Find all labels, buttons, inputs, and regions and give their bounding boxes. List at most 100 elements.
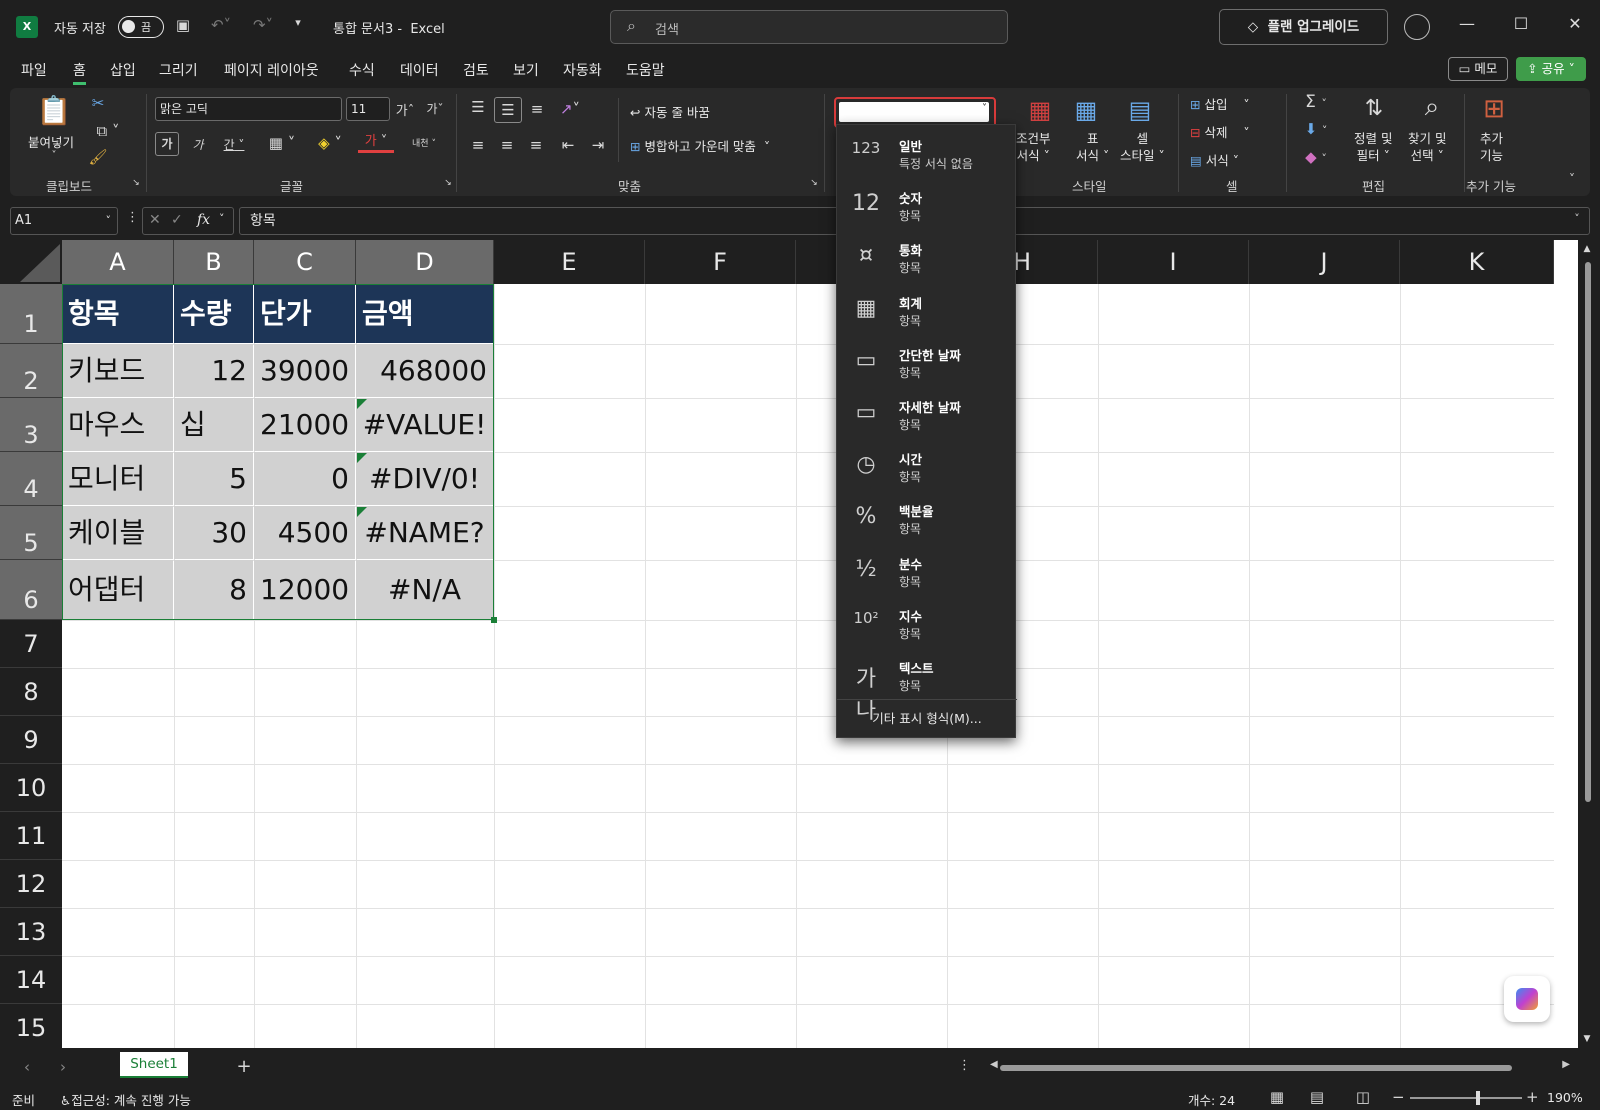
menu-help[interactable]: 도움말 [626,60,665,80]
clear-icon[interactable]: ◆ ˅ [1296,148,1336,166]
vertical-scroll-thumb[interactable] [1585,262,1591,802]
underline-button[interactable]: 간 ˅ [216,136,252,153]
cell-b1[interactable]: 수량 [174,284,253,343]
horizontal-scrollbar[interactable]: ◀ ▶ [990,1059,1570,1074]
redo-icon[interactable]: ↷˅ [248,16,278,34]
align-top-icon[interactable]: ☰ [468,98,488,116]
menu-data[interactable]: 데이터 [400,60,439,80]
cell-b2[interactable]: 12 [174,344,253,397]
column-header-a[interactable]: A [62,240,174,284]
cell-a3[interactable]: 마우스 [62,398,173,451]
row-header-5[interactable]: 5 [0,506,62,560]
format-cells-button[interactable]: ▤ 서식 ˅ [1190,150,1239,169]
align-left-icon[interactable]: ≡ [468,136,488,154]
number-format-option[interactable]: ▭ 간단한 날짜 항목 [837,340,1017,392]
zoom-level[interactable]: 190% [1547,1090,1583,1105]
row-header-11[interactable]: 11 [0,812,62,860]
menu-draw[interactable]: 그리기 [159,60,198,80]
column-header-j[interactable]: J [1249,240,1400,284]
row-header-12[interactable]: 12 [0,860,62,908]
cell-b5[interactable]: 30 [174,506,253,559]
menu-home[interactable]: 홈 [73,60,86,85]
bold-button[interactable]: 가 [155,132,179,156]
column-header-c[interactable]: C [254,240,356,284]
sort-filter-icon[interactable]: ⇅ [1358,96,1390,121]
paste-dropdown-icon[interactable]: ˅ [44,150,64,161]
decrease-font-icon[interactable]: 가ˇ [424,100,446,117]
menu-file[interactable]: 파일 [21,60,47,80]
row-header-15[interactable]: 15 [0,1004,62,1048]
row-header-7[interactable]: 7 [0,620,62,668]
dialog-launcher-icon[interactable]: ↘ [808,178,820,188]
menu-insert[interactable]: 삽입 [110,60,136,80]
italic-button[interactable]: 가 [188,136,208,153]
cell-a1[interactable]: 항목 [62,284,173,343]
add-ins-label[interactable]: 추가 기능 [1480,130,1503,164]
number-format-option[interactable]: 가나 텍스트 항목 [837,653,1017,724]
more-number-formats[interactable]: 기타 표시 형식(M)... [837,699,1017,739]
upgrade-button[interactable]: ◇ 플랜 업그레이드 [1219,9,1388,45]
minimize-icon[interactable]: — [1452,14,1482,33]
paste-icon[interactable]: 📋 [36,94,72,127]
worksheet-grid[interactable]: ABCDEFGHIJK 123456789101112131415 항목수량단가… [0,240,1578,1048]
font-size-select[interactable]: 11 [346,97,390,121]
number-format-option[interactable]: 10² 지수 항목 [837,601,1017,653]
page-layout-view-icon[interactable]: ▤ [1308,1088,1326,1106]
phonetic-icon[interactable]: 내천 ˅ [404,136,444,149]
select-all-corner[interactable] [0,240,62,284]
menu-formulas[interactable]: 수식 [349,60,375,80]
error-indicator-icon[interactable] [357,453,367,463]
cell-styles-label[interactable]: 셀 스타일 ˅ [1120,130,1165,164]
zoom-in-icon[interactable]: + [1526,1088,1539,1106]
column-header-i[interactable]: I [1098,240,1249,284]
more-options-icon[interactable]: ⋮ [126,210,139,225]
cell-b3[interactable]: 십 [174,398,253,451]
conditional-format-label[interactable]: 조건부 서식 ˅ [1016,130,1051,164]
row-header-6[interactable]: 6 [0,560,62,620]
insert-function-icon[interactable]: fx [197,212,210,228]
dialog-launcher-icon[interactable]: ↘ [130,178,142,188]
cell-b4[interactable]: 5 [174,452,253,505]
merge-center-button[interactable]: ⊞ 병합하고 가운데 맞춤 ˅ [630,136,770,155]
sort-filter-label[interactable]: 정렬 및 필터 ˅ [1354,130,1392,164]
quick-access-customize-icon[interactable]: ▾ [290,16,306,29]
row-header-13[interactable]: 13 [0,908,62,956]
autosum-icon[interactable]: Σ ˅ [1296,92,1336,112]
cell-c6[interactable]: 12000 [254,560,355,619]
fill-icon[interactable]: ⬇ ˅ [1296,120,1336,138]
column-header-d[interactable]: D [356,240,494,284]
cell-c3[interactable]: 21000 [254,398,355,451]
cell-c5[interactable]: 4500 [254,506,355,559]
autosave-toggle[interactable]: 끔 [118,16,164,38]
error-indicator-icon[interactable] [357,399,367,409]
cell-a2[interactable]: 키보드 [62,344,173,397]
enter-icon[interactable]: ✓ [171,212,183,228]
scroll-down-icon[interactable]: ▼ [1580,1034,1594,1044]
align-center-icon[interactable]: ≡ [497,136,517,154]
cell-d3[interactable]: #VALUE! [356,398,493,451]
conditional-format-icon[interactable]: ▦ [1024,96,1056,124]
cell-d5[interactable]: #NAME? [356,506,493,559]
fill-handle[interactable] [491,617,497,623]
cell-d6[interactable]: #N/A [356,560,493,619]
row-header-1[interactable]: 1 [0,284,62,344]
find-select-label[interactable]: 찾기 및 선택 ˅ [1408,130,1446,164]
decrease-indent-icon[interactable]: ⇤ [558,136,578,154]
column-header-e[interactable]: E [494,240,645,284]
menu-page-layout[interactable]: 페이지 레이아웃 [224,60,319,80]
accessibility-status[interactable]: ♿접근성: 계속 진행 가능 [60,1090,191,1109]
menu-view[interactable]: 보기 [513,60,539,80]
format-as-table-label[interactable]: 표 서식 ˅ [1076,130,1109,164]
cell-d1[interactable]: 금액 [356,284,493,343]
column-header-k[interactable]: K [1400,240,1554,284]
increase-font-icon[interactable]: 가ˆ [394,100,416,119]
row-header-4[interactable]: 4 [0,452,62,506]
number-format-option[interactable]: ▦ 회계 항목 [837,288,1017,340]
scroll-up-icon[interactable]: ▲ [1580,244,1594,254]
align-middle-icon[interactable]: ☰ [494,97,522,123]
row-header-10[interactable]: 10 [0,764,62,812]
maximize-icon[interactable]: ☐ [1506,14,1536,33]
align-right-icon[interactable]: ≡ [526,136,546,154]
cell-d4[interactable]: #DIV/0! [356,452,493,505]
menu-automate[interactable]: 자동화 [563,60,602,80]
